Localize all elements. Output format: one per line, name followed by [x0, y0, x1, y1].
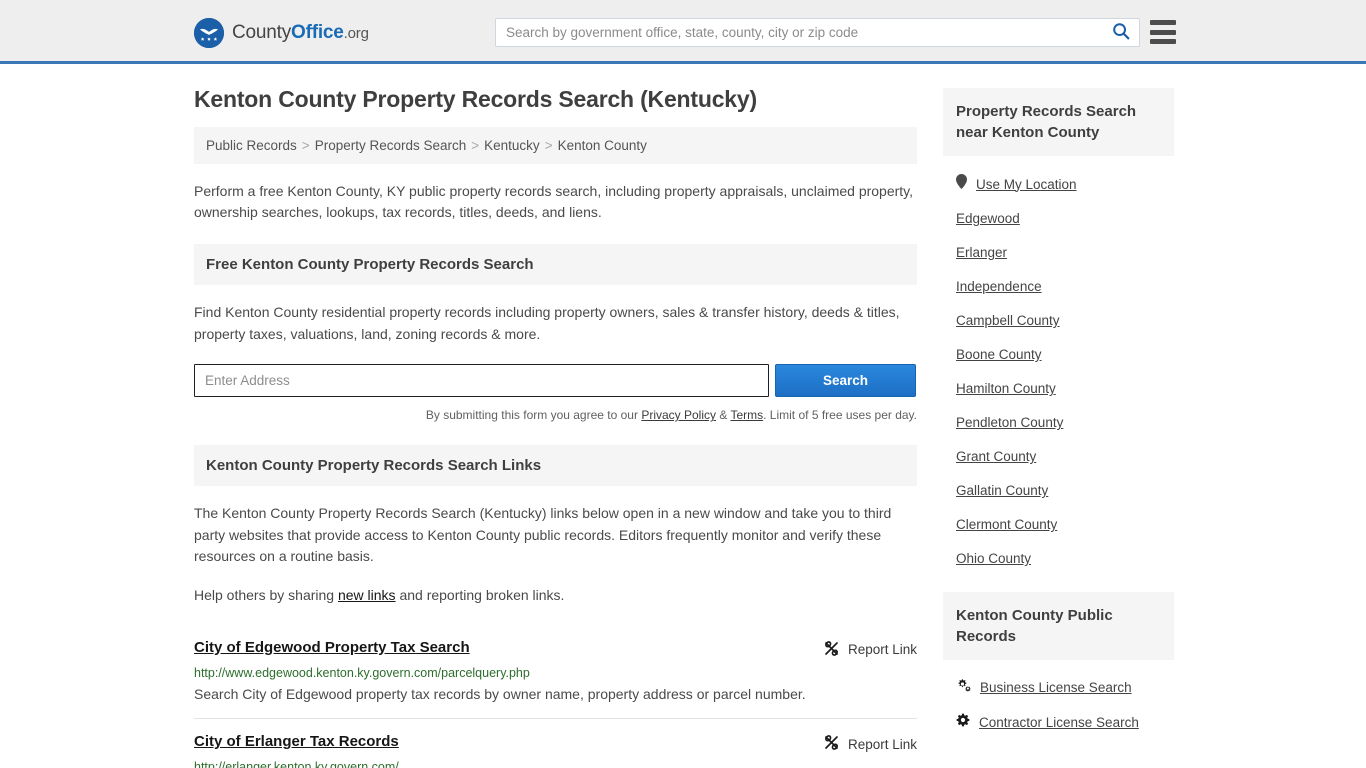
links-section-heading: Kenton County Property Records Search Li…	[194, 444, 917, 486]
hamburger-menu-icon[interactable]	[1150, 20, 1176, 44]
sidebar-item-ohio-county[interactable]: Ohio County	[943, 542, 1174, 576]
links-section-help: Help others by sharing new links and rep…	[194, 585, 917, 607]
address-search-form: Search	[194, 364, 917, 398]
global-search-button[interactable]	[1108, 22, 1139, 43]
gear-icon	[956, 713, 970, 732]
global-search-bar[interactable]	[495, 18, 1140, 47]
links-section-paragraph: The Kenton County Property Records Searc…	[194, 504, 892, 565]
link-url: http://www.edgewood.kenton.ky.govern.com…	[194, 665, 530, 680]
sidebar-public-records-heading: Kenton County Public Records	[943, 592, 1174, 660]
list-item: City of Erlanger Tax Records Report Link…	[194, 719, 917, 768]
address-input[interactable]	[194, 364, 769, 398]
link-title[interactable]: City of Erlanger Tax Records	[194, 733, 399, 750]
sidebar-item-edgewood[interactable]: Edgewood	[943, 202, 1174, 236]
breadcrumb-separator: >	[544, 137, 553, 153]
sidebar-link[interactable]: Contractor License Search	[979, 715, 1139, 730]
broken-link-icon	[823, 640, 840, 660]
terms-link[interactable]: Terms	[730, 408, 763, 422]
sidebar-link[interactable]: Grant County	[956, 449, 1036, 464]
brand-org-text: .org	[343, 25, 369, 42]
use-my-location-link[interactable]: Use My Location	[976, 177, 1077, 192]
sidebar-link[interactable]: Ohio County	[956, 551, 1031, 566]
free-search-heading: Free Kenton County Property Records Sear…	[194, 243, 917, 285]
form-disclaimer: By submitting this form you agree to our…	[194, 406, 917, 425]
sidebar-nearby-heading: Property Records Search near Kenton Coun…	[943, 88, 1174, 156]
breadcrumb-separator: >	[471, 137, 480, 153]
sidebar-item-grant-county[interactable]: Grant County	[943, 440, 1174, 474]
page-intro-text: Perform a free Kenton County, KY public …	[194, 182, 914, 221]
sidebar-public-records-box: Kenton County Public Records Business Li…	[943, 592, 1174, 740]
free-search-description: Find Kenton County residential property …	[194, 303, 900, 342]
sidebar-link[interactable]: Edgewood	[956, 211, 1020, 226]
hamburger-bar	[1150, 20, 1176, 25]
search-icon	[1112, 22, 1130, 43]
report-link-button[interactable]: Report Link	[823, 639, 917, 660]
gears-icon	[956, 678, 971, 697]
hamburger-bar	[1150, 29, 1176, 35]
sidebar-link[interactable]: Clermont County	[956, 517, 1057, 532]
breadcrumb-item-kenton-county[interactable]: Kenton County	[558, 138, 647, 153]
disclaimer-amp: &	[716, 408, 731, 423]
sidebar-link[interactable]: Erlanger	[956, 245, 1007, 260]
sidebar-link[interactable]: Independence	[956, 279, 1042, 294]
address-search-button[interactable]: Search	[775, 364, 916, 398]
breadcrumb: Public Records > Property Records Search > K…	[194, 126, 917, 164]
new-links-link[interactable]: new links	[338, 587, 396, 603]
sidebar-link[interactable]: Boone County	[956, 347, 1042, 362]
sidebar-item-business-license-search[interactable]: Business License Search	[943, 670, 1174, 705]
brand-office-text: Office	[291, 22, 344, 43]
free-search-body: Find Kenton County residential property …	[194, 302, 917, 425]
sidebar-link[interactable]: Gallatin County	[956, 483, 1048, 498]
page-title: Kenton County Property Records Search (K…	[194, 86, 757, 112]
sidebar-link[interactable]: Business License Search	[980, 680, 1132, 695]
site-logo-text: CountyOffice.org	[232, 22, 369, 44]
report-link-button[interactable]: Report Link	[823, 733, 917, 754]
sidebar-item-use-my-location[interactable]: Use My Location	[943, 166, 1174, 202]
site-header: CountyOffice.org	[0, 0, 1366, 64]
link-description: Search City of Edgewood property tax rec…	[194, 685, 806, 702]
sidebar-item-boone-county[interactable]: Boone County	[943, 338, 1174, 372]
privacy-policy-link[interactable]: Privacy Policy	[641, 408, 716, 422]
sidebar-item-campbell-county[interactable]: Campbell County	[943, 304, 1174, 338]
disclaimer-prefix: By submitting this form you agree to our	[425, 408, 642, 423]
site-logo[interactable]: CountyOffice.org	[194, 18, 369, 48]
hamburger-bar	[1150, 39, 1176, 44]
sidebar-nearby-box: Property Records Search near Kenton Coun…	[943, 88, 1174, 576]
page-container: Kenton County Property Records Search (K…	[0, 64, 1366, 768]
brand-county-text: County	[232, 22, 292, 43]
sidebar-nearby-list: Use My Location Edgewood Erlanger Indepe…	[943, 156, 1174, 576]
sidebar-link[interactable]: Hamilton County	[956, 381, 1056, 396]
breadcrumb-item-kentucky[interactable]: Kentucky	[484, 138, 540, 153]
map-pin-icon	[956, 174, 967, 194]
breadcrumb-item-public-records[interactable]: Public Records	[206, 138, 297, 153]
broken-link-icon	[823, 734, 840, 754]
link-url: http://erlanger.kenton.ky.govern.com/	[194, 760, 399, 768]
sidebar-item-gallatin-county[interactable]: Gallatin County	[943, 474, 1174, 508]
countyoffice-eagle-logo-icon	[194, 18, 224, 48]
links-section-body: The Kenton County Property Records Searc…	[194, 503, 917, 607]
report-link-label: Report Link	[847, 736, 917, 752]
sidebar-item-pendleton-county[interactable]: Pendleton County	[943, 406, 1174, 440]
sidebar: Property Records Search near Kenton Coun…	[943, 64, 1174, 768]
sidebar-item-hamilton-county[interactable]: Hamilton County	[943, 372, 1174, 406]
main-content: Kenton County Property Records Search (K…	[194, 64, 917, 768]
sidebar-link[interactable]: Pendleton County	[956, 415, 1063, 430]
sidebar-public-records-list: Business License Search Contractor Licen…	[943, 660, 1174, 740]
sidebar-link[interactable]: Campbell County	[956, 313, 1060, 328]
sidebar-item-erlanger[interactable]: Erlanger	[943, 236, 1174, 270]
records-links-list: City of Edgewood Property Tax Search Rep…	[194, 625, 917, 768]
sidebar-item-contractor-license-search[interactable]: Contractor License Search	[943, 705, 1174, 740]
list-item: City of Edgewood Property Tax Search Rep…	[194, 625, 917, 720]
sidebar-item-independence[interactable]: Independence	[943, 270, 1174, 304]
disclaimer-suffix: . Limit of 5 free uses per day.	[763, 408, 917, 423]
breadcrumb-item-property-records-search[interactable]: Property Records Search	[315, 138, 467, 153]
breadcrumb-separator: >	[301, 137, 310, 153]
report-link-label: Report Link	[847, 642, 917, 658]
link-title[interactable]: City of Edgewood Property Tax Search	[194, 639, 470, 656]
help-suffix: and reporting broken links.	[395, 587, 565, 603]
sidebar-item-clermont-county[interactable]: Clermont County	[943, 508, 1174, 542]
global-search-input[interactable]	[496, 19, 1108, 46]
help-prefix: Help others by sharing	[194, 587, 338, 603]
